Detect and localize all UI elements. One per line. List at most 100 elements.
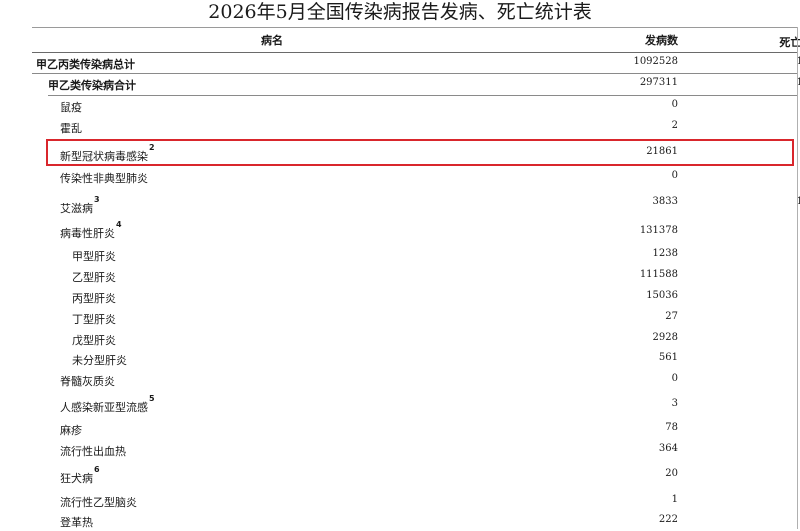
cell-disease-name: 狂犬病6 [60,465,100,486]
cell-disease-name: 鼠疫 [60,99,82,115]
cell-disease-name-text: 甲乙丙类传染病总计 [36,58,135,71]
cell-deaths: 0 [722,494,800,505]
table-row: 甲型肝炎 1238 0 [32,244,798,265]
cell-disease-name: 甲型肝炎 [72,248,116,264]
cell-disease-name-text: 戊型肝炎 [72,334,116,347]
table-row: 传染性非典型肺炎 0 0 [32,168,798,186]
cell-deaths: 0 [722,352,800,363]
table-row: 鼠疫 0 0 [32,95,798,116]
cell-deaths: 0 [722,248,800,259]
cell-disease-name-text: 狂犬病 [60,472,93,485]
cell-disease-name: 未分型肝炎 [72,352,127,368]
cell-disease-name: 麻疹 [60,422,82,438]
cell-disease-name-text: 人感染新亚型流感 [60,401,148,414]
cell-disease-name-text: 丁型肝炎 [72,313,116,326]
cell-deaths: 0 [722,514,800,525]
cell-cases: 15036 [646,290,678,301]
column-header-cases: 发病数 [645,34,678,47]
table-row: 未分型肝炎 561 0 [32,349,798,369]
cell-disease-name-text: 丙型肝炎 [72,292,116,305]
table-row: 病毒性肝炎4 131378 194 [32,220,798,244]
footnote-marker: 4 [116,220,122,230]
cell-cases: 20 [665,468,678,479]
cell-deaths: 35 [722,269,800,280]
cell-disease-name: 甲乙丙类传染病总计 [36,56,135,72]
cell-deaths: 1 [722,398,800,409]
cell-deaths: 4 [722,443,800,454]
cell-cases: 78 [665,422,678,433]
cell-disease-name-text: 霍乱 [60,122,82,135]
cell-disease-name-text: 鼠疫 [60,101,82,114]
cell-disease-name-text: 麻疹 [60,424,82,437]
cell-cases: 0 [671,373,678,384]
cell-disease-name: 流行性乙型脑炎 [60,494,137,510]
cell-cases: 2928 [652,332,678,343]
table-row: 狂犬病6 20 19 [32,460,798,490]
table-row: 霍乱 2 0 [32,116,798,137]
cell-deaths: 1876 [796,77,800,88]
cell-cases: 364 [658,443,678,454]
cell-disease-name-text: 未分型肝炎 [72,354,127,367]
cell-disease-name: 脊髓灰质炎 [60,373,115,389]
cell-deaths: 1879 [796,56,800,67]
highlight-box [46,139,794,166]
cell-disease-name: 丁型肝炎 [72,311,116,327]
cell-cases: 2 [671,120,678,131]
cell-disease-name-text: 艾滋病 [60,202,93,215]
table-row: 脊髓灰质炎 0 0 [32,369,798,390]
cell-disease-name-text: 甲乙类传染病合计 [48,79,136,92]
table-row: 丙型肝炎 15036 157 [32,286,798,307]
table-row: 流行性乙型脑炎 1 0 [32,490,798,511]
cell-cases: 1092528 [633,56,678,67]
cell-disease-name: 病毒性肝炎4 [60,220,122,241]
cell-cases: 3 [671,398,678,409]
table-row: 人感染新亚型流感5 3 1 [32,390,798,419]
cell-deaths: 0 [722,99,800,110]
cell-disease-name: 艾滋病3 [60,195,100,216]
cell-cases: 561 [658,352,678,363]
table-row: 艾滋病3 3833 1454 [32,186,800,220]
cell-disease-name: 人感染新亚型流感5 [60,394,155,415]
cell-disease-name: 流行性出血热 [60,443,126,459]
cell-disease-name-text: 流行性出血热 [60,445,126,458]
cell-deaths: 19 [722,468,800,479]
footnote-marker: 3 [94,195,100,205]
cell-cases: 27 [665,311,678,322]
cell-deaths: 2 [722,332,800,343]
cell-disease-name-text: 传染性非典型肺炎 [60,172,148,185]
cell-cases: 131378 [639,225,678,236]
cell-deaths: 194 [722,225,800,236]
cell-disease-name: 乙型肝炎 [72,269,116,285]
cell-deaths: 0 [722,120,800,131]
cell-disease-name: 传染性非典型肺炎 [60,170,148,186]
table-header: 病名 发病数 死亡数1 [32,28,800,52]
table-row: 流行性出血热 364 4 [32,439,798,460]
cell-cases: 111588 [639,269,678,280]
cell-disease-name-text: 流行性乙型脑炎 [60,496,137,509]
cell-disease-name: 丙型肝炎 [72,290,116,306]
cell-cases: 0 [671,99,678,110]
cell-disease-name-text: 甲型肝炎 [72,250,116,263]
cell-disease-name-text: 病毒性肝炎 [60,227,115,240]
table-row: 麻疹 78 0 [32,419,798,439]
cell-deaths: 0 [722,373,800,384]
cell-deaths: 157 [722,290,800,301]
cell-cases: 1238 [652,248,678,259]
cell-disease-name: 登革热 [60,514,93,530]
cell-disease-name: 霍乱 [60,120,82,136]
cell-cases: 1 [671,494,678,505]
table-right-border [797,27,798,529]
table-row: 登革热 222 0 [32,511,798,531]
cell-deaths: 0 [722,170,800,181]
cell-disease-name: 甲乙类传染病合计 [48,77,136,93]
cell-cases: 222 [658,514,678,525]
footnote-marker: 6 [94,465,100,475]
column-header-deaths: 死亡数1 [722,34,800,50]
page-title: 2026年5月全国传染病报告发病、死亡统计表 [208,1,592,23]
cell-cases: 0 [671,170,678,181]
cell-disease-name-text: 乙型肝炎 [72,271,116,284]
cell-deaths: 0 [722,311,800,322]
cell-deaths: 1454 [796,196,800,207]
cell-deaths: 0 [722,422,800,433]
footnote-marker: 5 [149,394,155,404]
